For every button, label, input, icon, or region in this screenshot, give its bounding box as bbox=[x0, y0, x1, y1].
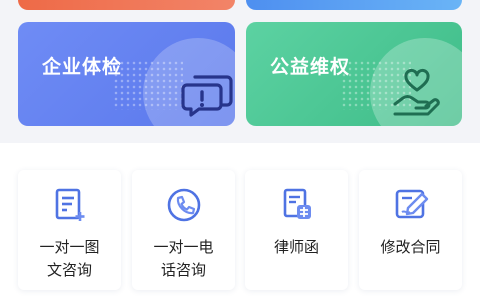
feature-card-enterprise-checkup[interactable]: 企业体检 bbox=[18, 22, 235, 126]
service-tile-edit-contract[interactable]: 修改合同 bbox=[359, 170, 462, 290]
service-tile-lawyer-letter[interactable]: 律师函 bbox=[245, 170, 348, 290]
top-card-partial-orange[interactable] bbox=[18, 0, 235, 10]
service-tile-label: 一对一电 话咨询 bbox=[153, 238, 214, 279]
top-card-partial-blue[interactable] bbox=[246, 0, 462, 10]
service-tile-label: 一对一图 文咨询 bbox=[39, 238, 100, 279]
service-panel: 一对一图 文咨询 一对一电 话咨询 律师函 修改合同 bbox=[0, 143, 480, 300]
chat-question-icon bbox=[181, 75, 233, 117]
card-decoration-dots bbox=[113, 60, 183, 110]
service-tile-text-consult[interactable]: 一对一图 文咨询 bbox=[18, 170, 121, 290]
phone-icon bbox=[167, 188, 201, 222]
feature-card-public-rights[interactable]: 公益维权 bbox=[246, 22, 462, 126]
service-tile-label: 修改合同 bbox=[380, 238, 441, 256]
service-tile-phone-consult[interactable]: 一对一电 话咨询 bbox=[132, 170, 235, 290]
lawyer-letter-icon bbox=[283, 188, 311, 219]
service-tile-label: 律师函 bbox=[273, 238, 319, 256]
feature-card-title: 企业体检 bbox=[42, 56, 123, 78]
document-add-icon bbox=[55, 188, 85, 221]
hand-heart-icon bbox=[393, 68, 440, 116]
feature-card-title: 公益维权 bbox=[270, 56, 351, 78]
contract-edit-icon bbox=[395, 189, 429, 219]
